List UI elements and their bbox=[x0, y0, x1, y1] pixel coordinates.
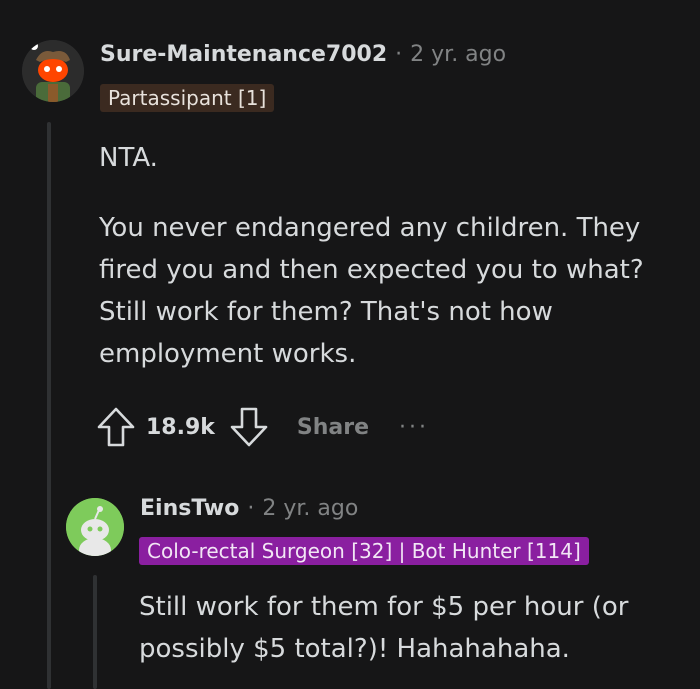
downvote-icon[interactable] bbox=[229, 405, 269, 449]
comment-paragraph: Still work for them for $5 per hour (or … bbox=[139, 592, 629, 664]
comment-paragraph: NTA. bbox=[99, 143, 158, 173]
vote-count: 18.9k bbox=[146, 414, 215, 440]
avatar[interactable] bbox=[66, 498, 124, 556]
timestamp[interactable]: 2 yr. ago bbox=[410, 42, 506, 67]
snoo-avatar-icon bbox=[22, 40, 84, 102]
thread-line[interactable] bbox=[47, 122, 51, 689]
share-button[interactable]: Share bbox=[297, 415, 369, 440]
timestamp[interactable]: 2 yr. ago bbox=[262, 496, 358, 521]
username[interactable]: EinsTwo bbox=[140, 496, 239, 521]
separator: · bbox=[247, 496, 255, 521]
comment-meta: Sure-Maintenance7002 · 2 yr. ago bbox=[100, 42, 506, 67]
snoo-avatar-icon bbox=[66, 498, 124, 556]
upvote-icon[interactable] bbox=[96, 405, 136, 449]
avatar[interactable] bbox=[22, 40, 84, 102]
separator: · bbox=[395, 42, 403, 67]
thread-line[interactable] bbox=[93, 575, 97, 689]
user-flair: Partassipant [1] bbox=[100, 84, 275, 112]
user-flair: Colo-rectal Surgeon [32] | Bot Hunter [1… bbox=[139, 537, 589, 565]
comment-actions: 18.9k Share ··· bbox=[96, 405, 429, 449]
username[interactable]: Sure-Maintenance7002 bbox=[100, 42, 387, 67]
more-options-icon[interactable]: ··· bbox=[399, 415, 429, 440]
comment-body: NTA. You never endangered any children. … bbox=[99, 137, 679, 375]
comment-paragraph: You never endangered any children. They … bbox=[99, 213, 644, 369]
comment-body: Still work for them for $5 per hour (or … bbox=[139, 586, 684, 670]
comment-meta: EinsTwo · 2 yr. ago bbox=[140, 496, 358, 521]
